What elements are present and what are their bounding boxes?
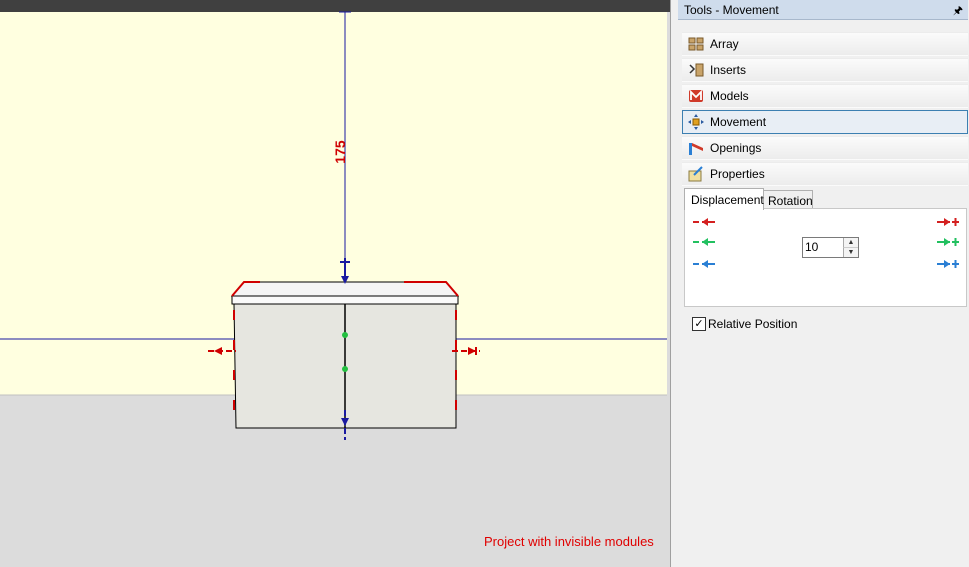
tool-label: Models xyxy=(710,89,749,103)
tool-label: Movement xyxy=(710,115,767,129)
array-icon xyxy=(688,37,704,51)
tool-label: Array xyxy=(710,37,739,51)
panel-title-bar: Tools - Movement 🖈 xyxy=(678,0,968,20)
cabinet-top[interactable] xyxy=(230,281,460,297)
relative-position-checkbox[interactable]: ✓ xyxy=(692,317,706,331)
tab-label: Displacement xyxy=(691,193,764,207)
tool-label: Properties xyxy=(710,167,765,181)
tab-rotation[interactable]: Rotation xyxy=(763,190,813,209)
properties-icon xyxy=(688,166,703,182)
move-handle-depth-front[interactable] xyxy=(342,366,348,372)
inserts-icon xyxy=(689,63,704,77)
move-y-negative-button[interactable] xyxy=(692,237,716,247)
openings-icon xyxy=(689,143,703,155)
displacement-stepper[interactable]: ▲ ▼ xyxy=(802,237,859,258)
cabinet-top-edge xyxy=(231,295,459,305)
warning-text: Project with invisible modules xyxy=(484,534,654,549)
tool-list: Array Inserts Models Movement Openings P… xyxy=(682,32,968,188)
tab-displacement[interactable]: Displacement xyxy=(684,188,764,210)
move-handle-depth-back[interactable] xyxy=(342,332,348,338)
panel-title: Tools - Movement xyxy=(684,3,779,17)
move-z-negative-button[interactable] xyxy=(692,259,716,269)
dimension-label: 175 xyxy=(332,140,348,164)
tool-item-inserts[interactable]: Inserts xyxy=(682,58,968,82)
movement-icon xyxy=(688,114,704,130)
move-z-positive-button[interactable] xyxy=(936,259,960,269)
stepper-up-icon[interactable]: ▲ xyxy=(843,238,858,248)
move-x-negative-button[interactable] xyxy=(692,217,716,227)
tool-item-array[interactable]: Array xyxy=(682,32,968,56)
viewport-top-bar xyxy=(0,0,670,12)
scene-canvas[interactable]: 175 xyxy=(0,0,670,567)
move-y-positive-button[interactable] xyxy=(936,237,960,247)
tool-label: Inserts xyxy=(710,63,747,77)
displacement-panel: ▲ ▼ xyxy=(684,208,967,307)
tool-item-models[interactable]: Models xyxy=(682,84,968,108)
models-icon xyxy=(689,89,703,102)
displacement-input[interactable] xyxy=(805,240,841,254)
tool-item-movement[interactable]: Movement xyxy=(682,110,968,134)
tool-item-properties[interactable]: Properties xyxy=(682,162,968,186)
tool-item-openings[interactable]: Openings xyxy=(682,136,968,160)
relative-position-label: Relative Position xyxy=(708,317,798,331)
3d-viewport[interactable]: 175 Project with invisible modules xyxy=(0,0,671,567)
stepper-down-icon[interactable]: ▼ xyxy=(843,248,858,257)
tool-label: Openings xyxy=(710,141,762,155)
tab-label: Rotation xyxy=(768,194,813,208)
pin-icon[interactable]: 🖈 xyxy=(953,2,963,21)
move-x-positive-button[interactable] xyxy=(936,217,960,227)
